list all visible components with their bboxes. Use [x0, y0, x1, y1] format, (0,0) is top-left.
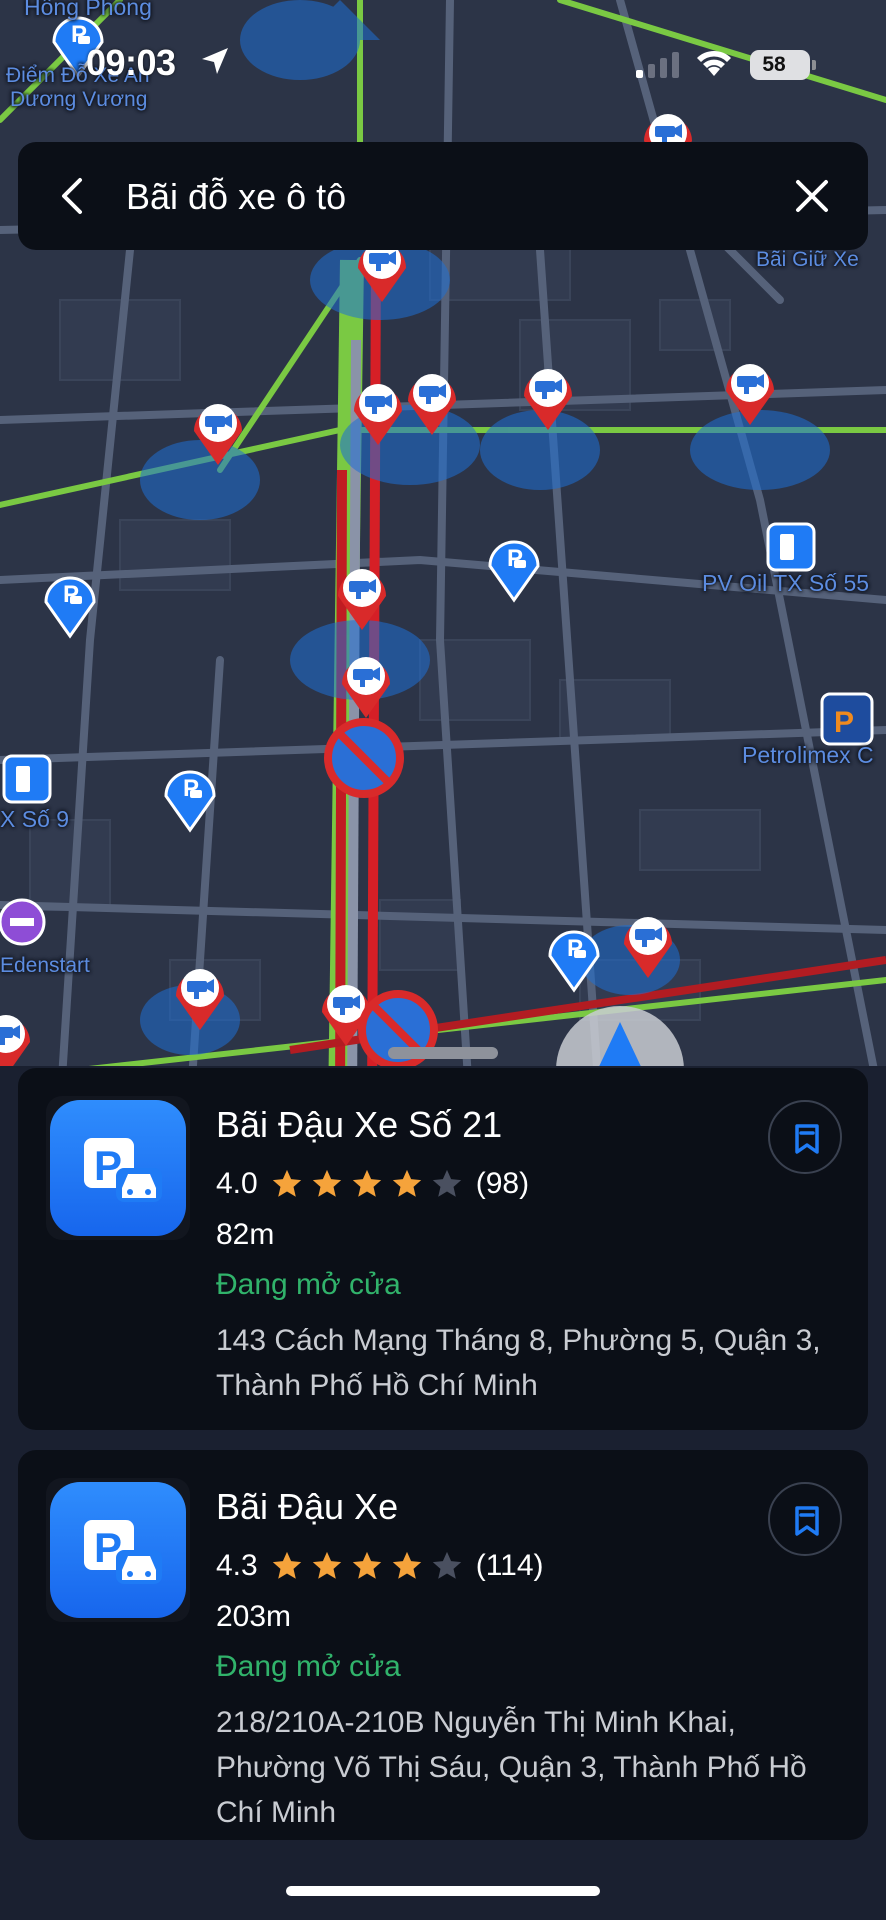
search-input[interactable]: Bãi đỗ xe ô tô	[126, 176, 346, 218]
address: 218/210A-210B Nguyễn Thị Minh Khai, Phườ…	[216, 1706, 807, 1829]
map-label[interactable]: X Số 9	[0, 806, 69, 833]
open-status: Đang mở cửa	[216, 1268, 401, 1301]
rating-value: 4.3	[216, 1549, 258, 1582]
gas-station-icon[interactable]	[2, 754, 52, 804]
star-icon	[272, 1169, 301, 1197]
rating-value: 4.0	[216, 1167, 258, 1200]
battery-icon: 58	[750, 50, 816, 80]
back-button[interactable]	[46, 168, 102, 224]
distance: 82m	[216, 1218, 275, 1251]
gas-station-icon[interactable]	[766, 522, 816, 572]
result-title[interactable]: Bãi Đậu Xe	[216, 1486, 398, 1528]
home-indicator[interactable]	[286, 1886, 600, 1896]
rating-row: 4.0 (98)	[216, 1164, 529, 1204]
status-time: 09:03	[86, 42, 176, 83]
building-block	[419, 639, 531, 721]
clear-search-button[interactable]	[784, 168, 840, 224]
rating-row: 4.3 (114)	[216, 1546, 544, 1586]
result-thumbnail: P	[46, 1478, 190, 1622]
star-icon	[312, 1551, 341, 1579]
bookmark-icon	[795, 1124, 819, 1154]
close-icon	[796, 180, 828, 212]
result-card[interactable]: P Bãi Đậu Xe Số 21 4.0 (98) 82m Đang mở …	[18, 1068, 868, 1430]
distance: 203m	[216, 1600, 292, 1633]
signal-icon	[636, 52, 679, 78]
petrolimex-icon[interactable]: P	[820, 692, 874, 746]
review-count[interactable]: (98)	[476, 1167, 529, 1201]
building-block	[639, 809, 761, 871]
star-icon	[312, 1169, 341, 1197]
building-block	[119, 519, 231, 591]
review-count[interactable]: (114)	[476, 1549, 544, 1583]
building-block	[379, 899, 461, 971]
status-bar: 09:03 58	[0, 0, 886, 120]
star-icon	[432, 1551, 461, 1579]
star-rating	[270, 1549, 470, 1583]
parking-marker-icon[interactable]	[488, 540, 540, 602]
camera-range	[690, 410, 830, 490]
star-icon	[272, 1551, 301, 1579]
svg-text:P: P	[834, 706, 854, 739]
map-label[interactable]: Petrolimex C	[742, 742, 874, 769]
camera-range	[480, 410, 600, 490]
battery-level: 58	[762, 53, 786, 76]
location-arrow-icon	[202, 48, 228, 74]
result-card[interactable]: P Bãi Đậu Xe 4.3 (114) 203m Đang mở cửa …	[18, 1450, 868, 1840]
map-label[interactable]: Bãi Giữ Xe	[756, 248, 859, 272]
parking-icon: P	[84, 1138, 162, 1202]
result-title[interactable]: Bãi Đậu Xe Số 21	[216, 1104, 502, 1146]
parking-icon: P	[84, 1520, 162, 1584]
star-rating	[270, 1167, 470, 1201]
map-label[interactable]: PV Oil TX Số 55	[702, 570, 869, 597]
bookmark-button[interactable]	[768, 1482, 842, 1556]
sheet-drag-handle[interactable]	[388, 1047, 498, 1059]
address: 143 Cách Mạng Tháng 8, Phường 5, Quận 3,…	[216, 1324, 821, 1402]
battery-cap	[812, 60, 816, 70]
wifi-icon	[697, 50, 731, 76]
result-thumbnail: P	[46, 1096, 190, 1240]
map-label[interactable]: Edenstart	[0, 954, 90, 978]
parking-marker-icon[interactable]	[44, 576, 96, 638]
star-icon	[432, 1169, 461, 1197]
search-bar[interactable]: Bãi đỗ xe ô tô	[18, 142, 868, 250]
camera-range	[140, 440, 260, 520]
star-icon	[392, 1551, 421, 1579]
star-icon	[352, 1551, 381, 1579]
bookmark-icon	[795, 1506, 819, 1536]
back-icon	[62, 178, 82, 214]
camera-marker-icon[interactable]	[0, 990, 31, 1076]
no-parking-sign-icon[interactable]	[328, 722, 400, 794]
open-status: Đang mở cửa	[216, 1650, 401, 1683]
star-icon	[392, 1169, 421, 1197]
hotel-icon[interactable]	[0, 898, 46, 946]
star-icon	[352, 1169, 381, 1197]
bookmark-button[interactable]	[768, 1100, 842, 1174]
